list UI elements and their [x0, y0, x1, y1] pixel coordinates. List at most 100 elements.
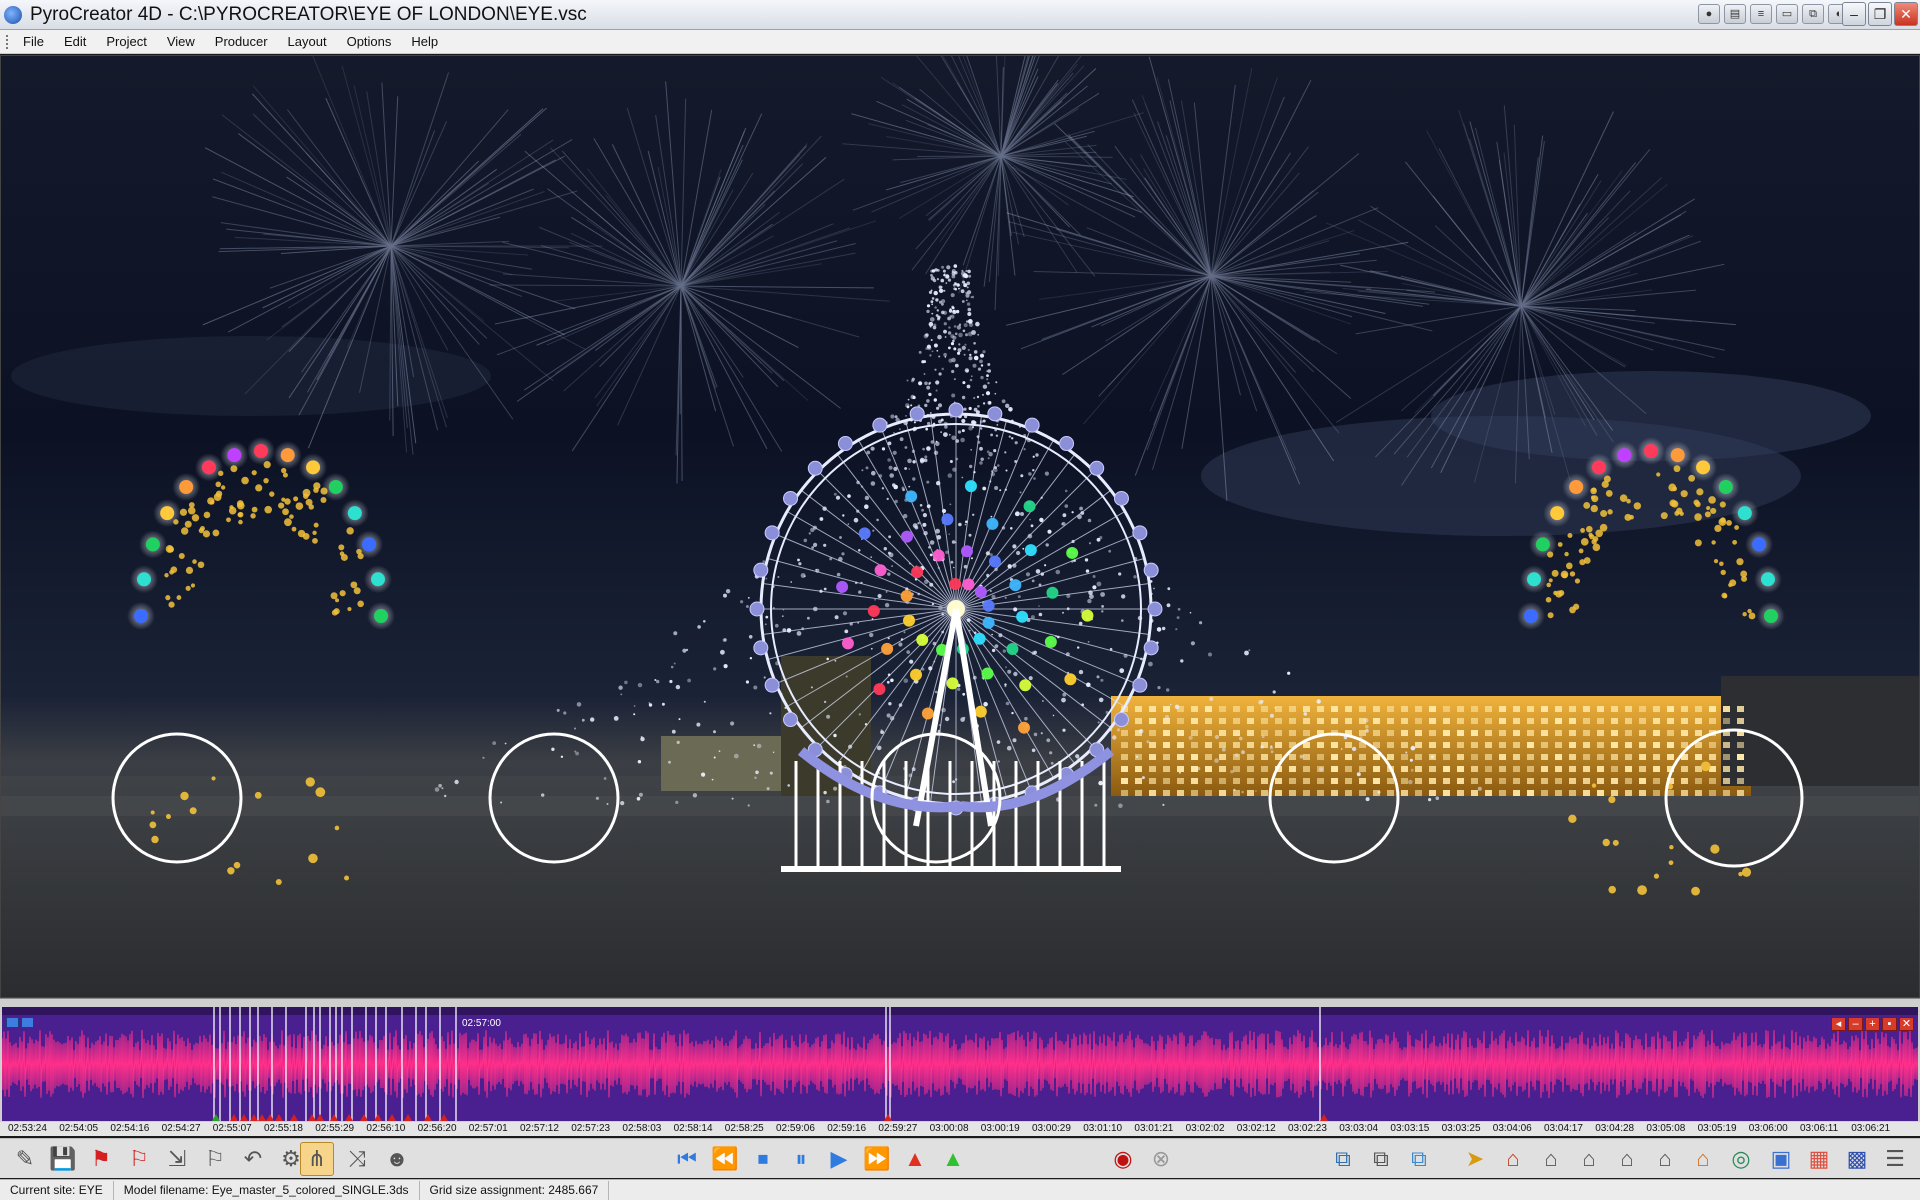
status-current-site: Current site: EYE [0, 1180, 114, 1200]
magnet-icon[interactable]: ⋔ [300, 1142, 334, 1176]
house-orange-icon[interactable]: ⌂ [1686, 1142, 1720, 1176]
text-flag-icon[interactable]: ⚐ [122, 1142, 156, 1176]
network-color-icon[interactable]: ⧉ [1402, 1142, 1436, 1176]
undo-icon[interactable]: ↶ [236, 1142, 270, 1176]
waveform-lock-icon[interactable]: ▪ [1882, 1017, 1897, 1031]
select-tool-icon[interactable]: ✎ [8, 1142, 42, 1176]
house-red-icon[interactable]: ⌂ [1496, 1142, 1530, 1176]
cue-triangle[interactable] [1320, 1114, 1328, 1121]
cue-triangle[interactable] [230, 1114, 238, 1121]
menu-options[interactable]: Options [337, 30, 402, 54]
cue-triangle[interactable] [404, 1114, 412, 1121]
cue-triangle[interactable] [308, 1114, 316, 1121]
waveform-left-icon[interactable]: ◂ [1831, 1017, 1846, 1031]
time-tick-label: 03:02:23 [1288, 1123, 1327, 1134]
menu-project[interactable]: Project [96, 30, 156, 54]
time-tick-label: 03:03:04 [1339, 1123, 1379, 1134]
cue-triangle[interactable] [250, 1114, 258, 1121]
wheel-capsule [1143, 640, 1159, 656]
time-tick-label: 03:04:28 [1595, 1123, 1635, 1134]
wheel-capsule [1059, 436, 1075, 452]
network-icon[interactable]: ⧉ [1326, 1142, 1360, 1176]
house-dark-icon[interactable]: ⌂ [1572, 1142, 1606, 1176]
cue-triangle[interactable] [275, 1114, 283, 1121]
wheel-capsule [753, 640, 769, 656]
network-gray-icon[interactable]: ⧉ [1364, 1142, 1398, 1176]
green-cone-icon[interactable]: ▲ [936, 1142, 970, 1176]
wheel-capsule [783, 490, 799, 506]
people-icon[interactable]: ▩ [1840, 1142, 1874, 1176]
arrow-split-icon[interactable]: ⤨ [340, 1142, 374, 1176]
waveform-close-icon[interactable]: ✕ [1899, 1017, 1914, 1031]
minimize-button[interactable]: – [1842, 2, 1866, 26]
menu-producer[interactable]: Producer [205, 30, 278, 54]
time-tick-label: 03:06:00 [1748, 1123, 1788, 1134]
globe-icon[interactable]: ◎ [1724, 1142, 1758, 1176]
wheel-capsule [764, 525, 780, 541]
time-ruler[interactable]: 02:53:24 02:54:05 02:54:16 02:54:27 02:55:07… [0, 1114, 1920, 1136]
menu-help[interactable]: Help [401, 30, 448, 54]
skip-start-icon[interactable]: ⏮ [670, 1142, 704, 1176]
image-icon[interactable]: ▣ [1764, 1142, 1798, 1176]
time-tick-label: 03:01:10 [1083, 1123, 1123, 1134]
waveform-audio-icon[interactable] [21, 1017, 34, 1028]
house-arrow-icon[interactable]: ⌂ [1648, 1142, 1682, 1176]
red-flag-icon[interactable]: ⚑ [84, 1142, 118, 1176]
yellow-cursor-icon[interactable]: ➤ [1458, 1142, 1492, 1176]
wheel-capsule [1132, 525, 1148, 541]
cue-triangle[interactable] [345, 1114, 353, 1121]
menu-file[interactable]: File [13, 30, 54, 54]
audio-waveform[interactable]: 02:57:00 ◂ – + ▪ ✕ [2, 1007, 1918, 1121]
flag-gray-icon[interactable]: ⚐ [198, 1142, 232, 1176]
person-icon[interactable]: ☻ [380, 1142, 414, 1176]
record-indicator-icon[interactable]: ● [1698, 4, 1720, 24]
gpu-icon[interactable]: ▤ [1724, 4, 1746, 24]
red-cone-icon[interactable]: ▲ [898, 1142, 932, 1176]
cue-triangle[interactable] [330, 1114, 338, 1121]
disk-icon[interactable]: 💾 [46, 1142, 80, 1176]
cue-triangle[interactable] [884, 1114, 892, 1121]
wheel-capsule [1132, 677, 1148, 693]
rewind-icon[interactable]: ⏪ [708, 1142, 742, 1176]
record-icon[interactable]: ◉ [1106, 1142, 1140, 1176]
house-cross-icon[interactable]: ⌂ [1534, 1142, 1568, 1176]
cue-triangle[interactable] [374, 1114, 382, 1121]
cue-triangle[interactable] [240, 1114, 248, 1121]
wheel-capsule [753, 562, 769, 578]
move-cue-icon[interactable]: ⇲ [160, 1142, 194, 1176]
time-tick-label: 02:54:27 [161, 1123, 201, 1134]
time-tick-label: 03:02:12 [1236, 1123, 1276, 1134]
play-icon[interactable]: ▶ [822, 1142, 856, 1176]
close-button[interactable]: ✕ [1894, 2, 1918, 26]
time-tick-label: 02:59:16 [827, 1123, 867, 1134]
cue-triangle[interactable] [212, 1114, 220, 1121]
menu-layout[interactable]: Layout [278, 30, 337, 54]
cue-triangle[interactable] [360, 1114, 368, 1121]
waveform-play-icon[interactable] [6, 1017, 19, 1028]
list-icon[interactable]: ☰ [1878, 1142, 1912, 1176]
window-icon[interactable]: ▭ [1776, 4, 1798, 24]
cue-triangle[interactable] [258, 1114, 266, 1121]
fast-forward-icon[interactable]: ⏩ [860, 1142, 894, 1176]
cue-triangle[interactable] [440, 1114, 448, 1121]
3d-viewport[interactable] [0, 55, 1920, 998]
cue-triangle[interactable] [424, 1114, 432, 1121]
menu-view[interactable]: View [157, 30, 205, 54]
waveform-plus-icon[interactable]: + [1865, 1017, 1880, 1031]
pause-icon[interactable]: ⏸ [784, 1142, 818, 1176]
disabled-record-icon[interactable]: ⊗ [1144, 1142, 1178, 1176]
restore-button[interactable]: ❐ [1868, 2, 1892, 26]
cue-triangle[interactable] [388, 1114, 396, 1121]
cue-triangle[interactable] [316, 1114, 324, 1121]
stop-icon[interactable]: ⏹ [746, 1142, 780, 1176]
align-icon[interactable]: ≡ [1750, 4, 1772, 24]
tile-icon[interactable]: ⧉ [1802, 4, 1824, 24]
palette-icon[interactable]: ▦ [1802, 1142, 1836, 1176]
menu-edit[interactable]: Edit [54, 30, 96, 54]
house-gray-icon[interactable]: ⌂ [1610, 1142, 1644, 1176]
cue-triangle[interactable] [266, 1114, 274, 1121]
cue-triangle[interactable] [290, 1114, 298, 1121]
time-tick-label: 02:56:20 [417, 1123, 457, 1134]
waveform-minus-icon[interactable]: – [1848, 1017, 1863, 1031]
building-left [661, 736, 781, 791]
